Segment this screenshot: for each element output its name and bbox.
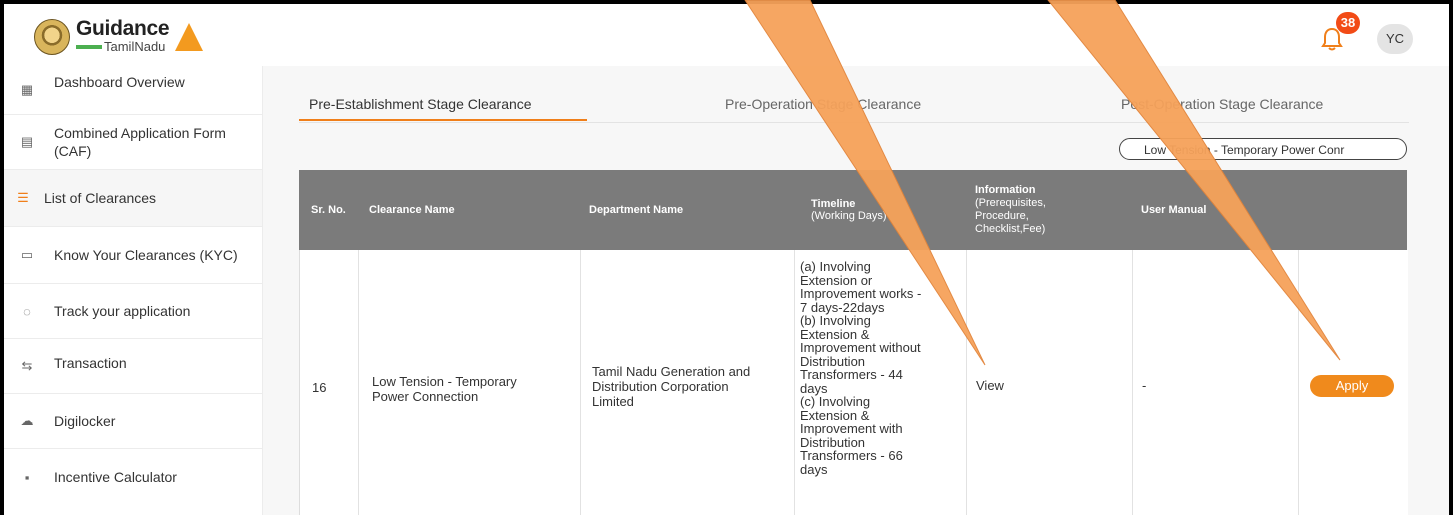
- column-divider: [358, 250, 359, 515]
- id-card-icon: ▭: [20, 247, 34, 262]
- sidebar-item-digilocker[interactable]: ☁ Digilocker: [4, 394, 262, 449]
- active-tab-indicator: [299, 119, 587, 121]
- sidebar-item-label: Digilocker: [54, 413, 116, 429]
- sidebar-item-label: Incentive Calculator: [54, 469, 177, 485]
- header-timeline-line1: Timeline: [811, 198, 856, 210]
- timeline-line: Extension &: [800, 326, 870, 342]
- cell-department-name: Tamil Nadu Generation and Distribution C…: [592, 364, 750, 409]
- calculator-icon: ▪: [24, 469, 30, 485]
- column-divider: [1298, 250, 1299, 515]
- tab-pre-operation[interactable]: Pre-Operation Stage Clearance: [725, 96, 921, 112]
- sidebar-item-kyc[interactable]: ▭ Know Your Clearances (KYC): [4, 227, 262, 284]
- brand-sub: TamilNadu: [104, 39, 166, 54]
- header-information-line1: Information: [975, 184, 1036, 196]
- header-information-line2: (Prerequisites,: [975, 197, 1046, 209]
- header-information-line3: Procedure,: [975, 210, 1029, 222]
- timeline-line: Improvement without: [800, 340, 921, 355]
- search-input[interactable]: Low Tension - Temporary Power Conr: [1119, 138, 1407, 160]
- timeline-line: Improvement works -: [800, 286, 922, 301]
- table-header: Sr. No. Clearance Name Department Name T…: [299, 170, 1407, 250]
- clearance-name-line2: Power Connection: [372, 389, 479, 404]
- document-icon: ▤: [20, 134, 34, 149]
- timeline-line: (a) Involving: [800, 259, 871, 274]
- timeline-line: Extension &: [800, 407, 870, 423]
- cell-sr-no: 16: [312, 380, 327, 395]
- timeline-line: Transformers - 66: [800, 448, 903, 463]
- sidebar-item-label: Combined Application Form (CAF): [54, 125, 226, 159]
- timeline-line: Distribution: [800, 353, 866, 369]
- header-information: Information (Prerequisites, Procedure, C…: [975, 170, 1046, 250]
- table-row: 16 Low Tension - Temporary Power Connect…: [299, 250, 1408, 515]
- timeline-line: Improvement with: [800, 421, 903, 436]
- sidebar-item-track[interactable]: ◌ Track your application: [4, 284, 262, 339]
- column-divider: [580, 250, 581, 515]
- timeline-line: (c) Involving: [800, 394, 871, 409]
- header-department-name: Department Name: [589, 204, 684, 216]
- main-content: Pre-Establishment Stage Clearance Pre-Op…: [263, 66, 1449, 515]
- timeline-line: Extension or: [800, 272, 873, 288]
- timeline-line: days: [800, 461, 828, 477]
- notification-badge[interactable]: 38: [1336, 12, 1360, 34]
- clearance-name-line1: Low Tension - Temporary: [372, 374, 517, 389]
- sidebar-item-clearances[interactable]: ☰ List of Clearances: [4, 170, 262, 227]
- list-icon: ☰: [17, 190, 29, 205]
- department-line3: Limited: [592, 394, 634, 409]
- brand-text: Guidance TamilNadu: [76, 17, 170, 55]
- header-user-manual: User Manual: [1141, 204, 1207, 216]
- cloud-icon: ☁: [20, 413, 34, 428]
- tab-pre-establishment[interactable]: Pre-Establishment Stage Clearance: [309, 96, 532, 112]
- timeline-line: 7 days-22days: [800, 299, 885, 315]
- sidebar-item-dashboard[interactable]: ▦ Dashboard Overview: [4, 66, 262, 115]
- tab-post-operation[interactable]: Post-Operation Stage Clearance: [1121, 96, 1323, 112]
- sidebar-item-caf[interactable]: ▤ Combined Application Form (CAF): [4, 115, 262, 170]
- sidebar-item-incentive[interactable]: ▪ Incentive Calculator: [4, 449, 262, 505]
- cell-user-manual: -: [1142, 378, 1147, 393]
- cell-timeline: (a) Involving Extension or Improvement wor…: [800, 260, 970, 476]
- timeline-line: (b) Involving: [800, 313, 871, 328]
- brand-mark-icon: [175, 22, 204, 51]
- avatar[interactable]: YC: [1377, 24, 1413, 54]
- sidebar-item-label: List of Clearances: [44, 190, 157, 206]
- grid-icon: ▦: [20, 82, 34, 97]
- column-divider: [794, 250, 795, 515]
- header-sr-no: Sr. No.: [311, 204, 346, 216]
- stage-tabs: Pre-Establishment Stage Clearance Pre-Op…: [299, 86, 1409, 123]
- brand-logo[interactable]: Guidance TamilNadu: [34, 17, 204, 55]
- sidebar-item-label: Know Your Clearances (KYC): [54, 247, 238, 263]
- timeline-line: days: [800, 380, 828, 396]
- sidebar-item-transaction[interactable]: ⇆ Transaction: [4, 339, 262, 394]
- header-timeline: Timeline (Working Days): [811, 170, 887, 250]
- brand-name: Guidance: [76, 17, 170, 40]
- sidebar-item-label: Transaction: [54, 355, 127, 371]
- view-link[interactable]: View: [976, 378, 1004, 393]
- header-information-line4: Checklist,Fee): [975, 223, 1046, 235]
- column-divider: [1132, 250, 1133, 515]
- sidebar-item-label: Dashboard Overview: [54, 74, 185, 90]
- location-icon: ◌: [23, 303, 31, 319]
- cell-clearance-name: Low Tension - Temporary Power Connection: [372, 374, 517, 404]
- apply-button[interactable]: Apply: [1310, 375, 1394, 397]
- timeline-line: Distribution: [800, 434, 866, 450]
- app-window: Guidance TamilNadu 38 YC ▦ Dashboard Ove…: [4, 4, 1449, 515]
- header-timeline-line2: (Working Days): [811, 210, 887, 222]
- sidebar: ▦ Dashboard Overview ▤ Combined Applicat…: [4, 66, 263, 515]
- timeline-line: Transformers - 44: [800, 367, 903, 382]
- header-clearance-name: Clearance Name: [369, 204, 455, 216]
- department-line1: Tamil Nadu Generation and: [592, 364, 751, 379]
- department-line2: Distribution Corporation: [592, 379, 729, 394]
- emblem-icon: [34, 18, 70, 55]
- flag-icon: [76, 44, 102, 49]
- top-bar: Guidance TamilNadu 38 YC: [4, 4, 1449, 67]
- sidebar-item-label: Track your application: [54, 303, 191, 319]
- transaction-icon: ⇆: [21, 358, 33, 373]
